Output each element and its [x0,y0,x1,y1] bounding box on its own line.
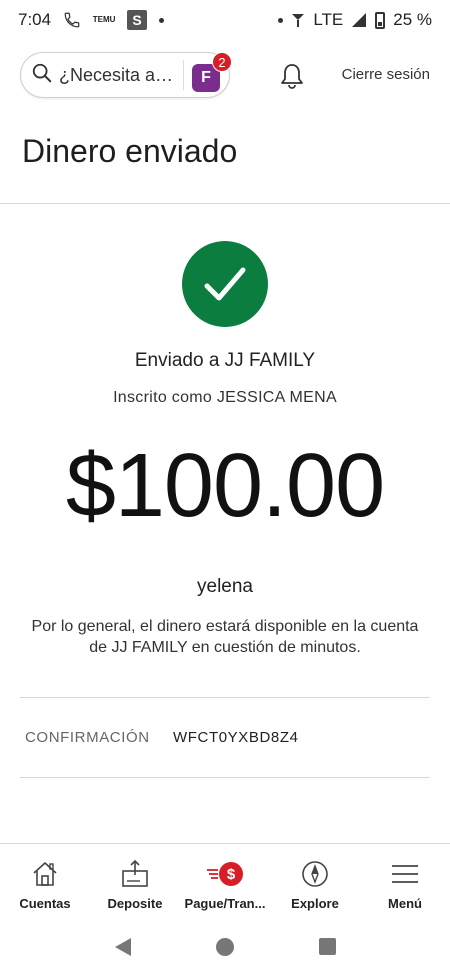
notification-dot-icon [278,17,284,23]
notification-dot-icon [159,17,165,23]
pill-divider [183,60,184,90]
divider [0,203,450,204]
nav-label: Explore [291,896,339,911]
nav-item-pay-transfer[interactable]: $ Pague/Tran... [180,844,270,915]
phone-icon [63,11,81,29]
hamburger-menu-icon [390,858,420,890]
divider [20,777,430,778]
confirmation-code: WFCT0YXBD8Z4 [173,729,299,746]
success-check-icon [182,241,268,327]
temu-app-icon: TEMU [92,15,116,24]
status-time: 7:04 [18,10,52,29]
bottom-navigation: Cuentas Deposite $ Pague/Tran... Explore… [0,843,450,915]
search-help-bar[interactable]: ¿Necesita ayuda? F 2 [20,52,232,98]
page-title: Dinero enviado [22,133,238,169]
enrolled-as-text: Inscrito como JESSICA MENA [113,389,337,406]
status-bar: 7:04 TEMU S LTE 25 % [0,0,450,40]
search-icon [31,62,53,89]
compass-icon [300,858,330,890]
nav-label: Pague/Tran... [184,896,266,911]
recipient-text: Enviado a JJ FAMILY [134,350,316,371]
nav-label: Cuentas [19,896,71,911]
s-app-icon: S [127,10,148,30]
divider [20,697,430,698]
availability-note: Por lo general, el dinero estará disponi… [31,618,419,656]
home-icon[interactable] [215,937,234,956]
app-header: ¿Necesita ayuda? F 2 Cierre sesión [0,52,450,100]
wifi-calling-icon [291,12,305,28]
battery-icon [375,11,386,29]
nav-item-accounts[interactable]: Cuentas [0,844,90,915]
logout-link[interactable]: Cierre sesión [342,66,430,83]
system-navigation-bar [0,918,450,975]
house-icon [30,858,60,890]
notification-badge: 2 [212,52,232,72]
memo-text: yelena [197,576,253,597]
amount-sent: $100.00 [65,436,385,536]
pay-transfer-icon: $ [207,858,243,890]
nav-item-menu[interactable]: Menú [360,844,450,915]
signal-icon [351,12,367,28]
bell-icon[interactable] [279,62,305,95]
nav-item-explore[interactable]: Explore [270,844,360,915]
network-type: LTE [313,10,344,29]
recent-apps-icon[interactable] [318,938,336,955]
back-icon[interactable] [114,937,131,956]
battery-percent: 25 % [393,10,432,29]
nav-label: Menú [388,896,422,911]
nav-label: Deposite [107,896,163,911]
deposit-icon [120,858,150,890]
nav-item-deposit[interactable]: Deposite [90,844,180,915]
fargo-assistant-button[interactable]: F 2 [192,52,232,92]
confirmation-label: CONFIRMACIÓN [25,729,150,746]
search-placeholder[interactable]: ¿Necesita ayuda? [59,65,177,86]
